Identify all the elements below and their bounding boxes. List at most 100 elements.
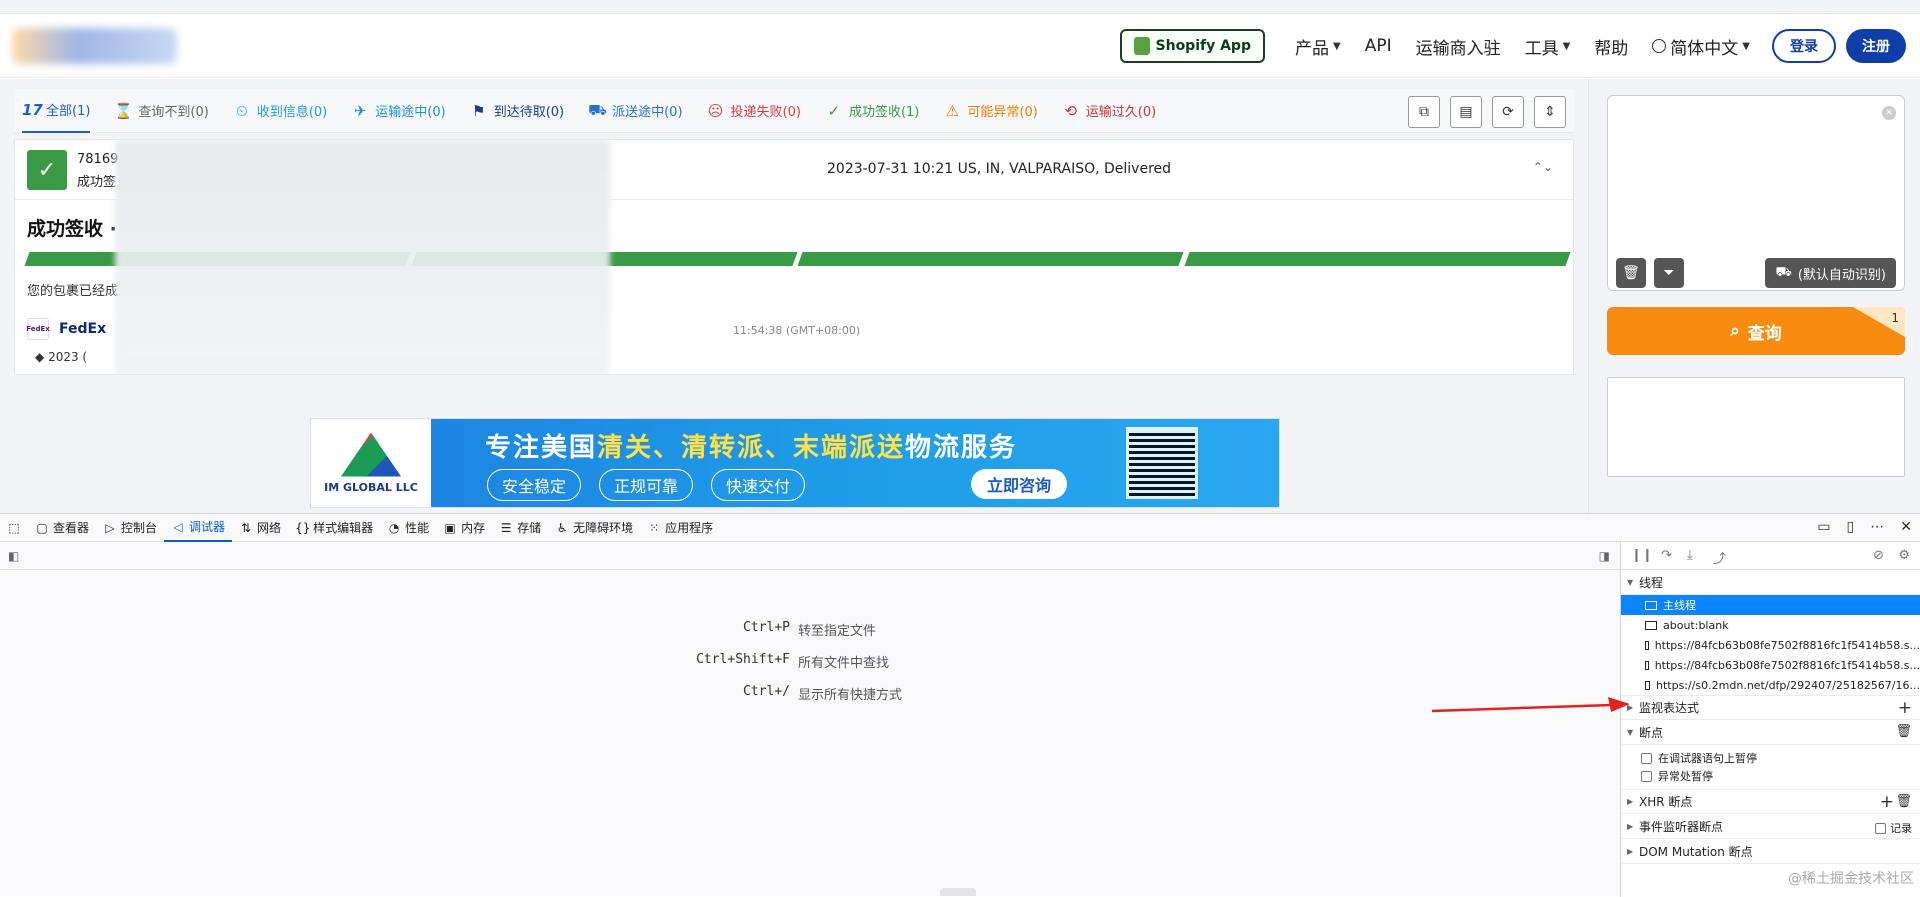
shortcut-desc[interactable]: 转至指定文件 xyxy=(798,620,876,639)
devtools-tab-icon: {} xyxy=(295,520,311,535)
devtools-tab-0[interactable]: ▢ 查看器 xyxy=(28,514,96,542)
deactivate-breakpoints-icon[interactable]: ⊘ xyxy=(1873,548,1884,563)
language-selector[interactable]: 简体中文 ▼ xyxy=(1652,34,1750,59)
more-options-icon[interactable]: ⋯ xyxy=(1870,519,1884,535)
tab-status-0[interactable]: 17 全部(1) xyxy=(22,89,91,133)
copy-all-button[interactable]: ▤ xyxy=(1450,96,1482,128)
resize-handle[interactable] xyxy=(940,888,976,896)
nav-item-1[interactable]: API xyxy=(1365,36,1392,56)
site-logo[interactable] xyxy=(12,28,177,64)
devtools-tab-8[interactable]: ♿ 无障碍环境 xyxy=(548,514,640,542)
devtools-tab-label: 网络 xyxy=(257,521,282,535)
checkbox[interactable] xyxy=(1875,822,1886,834)
thread-item[interactable]: https://s0.2mdn.net/dfp/292407/25182567/… xyxy=(1621,675,1920,695)
breakpoints-header[interactable]: ▼ 断点 🗑 xyxy=(1621,720,1920,745)
step-over-icon[interactable]: ↷ xyxy=(1661,548,1672,563)
devtools-tab-4[interactable]: {} 样式编辑器 xyxy=(288,514,380,542)
thread-item[interactable]: https://84fcb63b08fe7502f8816fc1f5414b58… xyxy=(1621,655,1920,675)
thread-item[interactable]: 主线程 xyxy=(1621,595,1920,615)
shopify-app-button[interactable]: Shopify App xyxy=(1119,29,1265,63)
close-icon[interactable]: ✕ xyxy=(1900,519,1912,535)
tab-status-6[interactable]: ☹ 投递失败(0) xyxy=(707,89,801,133)
dom-title: DOM Mutation 断点 xyxy=(1639,844,1753,859)
thread-item[interactable]: https://84fcb63b08fe7502f8816fc1f5414b58… xyxy=(1621,635,1920,655)
ad-pill[interactable]: 安全稳定 xyxy=(487,469,582,501)
query-count-badge: 1 xyxy=(1891,311,1899,325)
threads-title: 线程 xyxy=(1639,575,1664,590)
tab-status-7[interactable]: ✓ 成功签收(1) xyxy=(825,89,920,133)
tracking-input[interactable]: × 🗑 ⏷ ⛟ (默认自动识别) xyxy=(1607,95,1905,291)
ad-pill[interactable]: 正规可靠 xyxy=(599,469,694,501)
step-out-icon[interactable]: ⤴ xyxy=(1713,548,1726,567)
checkbox[interactable] xyxy=(1641,752,1652,764)
nav-item-4[interactable]: 帮助 xyxy=(1594,34,1628,59)
tab-status-2[interactable]: ⏲ 收到信息(0) xyxy=(233,89,327,133)
copy-button[interactable]: ⧉ xyxy=(1408,96,1440,128)
delete-button[interactable]: 🗑 xyxy=(1616,258,1646,288)
record-toggle[interactable]: 记录 xyxy=(1875,820,1912,836)
xhr-title: XHR 断点 xyxy=(1639,795,1693,809)
gear-icon[interactable]: ⚙ xyxy=(1898,548,1910,563)
event-breakpoints-header[interactable]: ▶ 事件监听器断点 记录 xyxy=(1621,814,1920,839)
carrier-row[interactable]: FedEx FedEx xyxy=(26,318,106,340)
query-button[interactable]: ⌕ 查询 1 xyxy=(1607,307,1905,355)
tab-status-4[interactable]: ⚑ 到达待取(0) xyxy=(470,89,564,133)
nav-item-0[interactable]: 产品 ▼ xyxy=(1295,34,1341,59)
refresh-button[interactable]: ⟳ xyxy=(1492,96,1524,128)
add-icon[interactable]: + xyxy=(1898,698,1912,718)
chevron-down-icon: ▼ xyxy=(1562,40,1571,52)
tab-status-label: 投递失败(0) xyxy=(730,105,801,120)
tab-status-3[interactable]: ✈ 运输途中(0) xyxy=(351,89,446,133)
trash-icon[interactable]: 🗑 xyxy=(1895,724,1912,739)
tab-status-5[interactable]: ⛟ 派送途中(0) xyxy=(588,89,682,133)
tab-status-label: 运输过久(0) xyxy=(1085,105,1157,120)
trash-icon[interactable]: 🗑 xyxy=(1895,794,1912,809)
event-title: 事件监听器断点 xyxy=(1639,819,1724,834)
xhr-breakpoints-header[interactable]: ▶ XHR 断点 + 🗑 xyxy=(1621,789,1920,814)
responsive-mode-icon[interactable]: ▯ xyxy=(1847,519,1855,535)
devtools-tab-6[interactable]: ▣ 内存 xyxy=(436,514,492,542)
step-in-icon[interactable]: ⤓ xyxy=(1687,548,1693,563)
login-button[interactable]: 登录 xyxy=(1772,29,1836,63)
toggle-sources-icon[interactable]: ◧ xyxy=(8,549,19,563)
filter-button[interactable]: ⏷ xyxy=(1654,258,1684,288)
devtools-tab-5[interactable]: ◔ 性能 xyxy=(380,514,436,542)
element-picker-button[interactable]: ⬚ xyxy=(0,514,28,542)
shortcut-desc[interactable]: 显示所有快捷方式 xyxy=(798,684,902,703)
devtools-tab-1[interactable]: ▷ 控制台 xyxy=(96,514,164,542)
pause-on-exceptions-option[interactable]: 异常处暂停 xyxy=(1621,767,1920,785)
tab-status-9[interactable]: ⟲ 运输过久(0) xyxy=(1062,89,1157,133)
delivered-check-icon: ✓ xyxy=(27,150,67,190)
threads-header[interactable]: ▼ 线程 xyxy=(1621,570,1920,595)
shortcut-desc[interactable]: 所有文件中查找 xyxy=(798,652,889,671)
collapse-toggle-icon[interactable]: ⌃⌄ xyxy=(1533,160,1553,174)
signup-button[interactable]: 注册 xyxy=(1846,29,1906,63)
watch-header[interactable]: ▶ 监视表达式 + xyxy=(1621,695,1920,720)
thread-item[interactable]: about:blank xyxy=(1621,615,1920,635)
nav-item-2[interactable]: 运输商入驻 xyxy=(1416,34,1501,59)
tab-status-8[interactable]: ⚠ 可能异常(0) xyxy=(943,89,1038,133)
tab-status-1[interactable]: ⌛ 查询不到(0) xyxy=(114,89,208,133)
ad-banner[interactable]: IM GLOBAL LLC 专注美国清关、清转派、末端派送物流服务 安全稳定 正规… xyxy=(310,418,1280,508)
add-icon[interactable]: + xyxy=(1880,792,1894,812)
pause-on-debugger-option[interactable]: 在调试器语句上暂停 xyxy=(1621,749,1920,767)
toggle-sidebar-icon[interactable]: ◨ xyxy=(1599,549,1610,563)
split-console-icon[interactable]: ▭ xyxy=(1817,519,1830,535)
side-ad-slot xyxy=(1607,377,1905,477)
nav-item-3[interactable]: 工具 ▼ xyxy=(1525,34,1571,59)
devtools-tab-7[interactable]: ☰ 存储 xyxy=(492,514,548,542)
devtools-tab-2[interactable]: ◁ 调试器 xyxy=(164,514,233,542)
pause-icon[interactable]: ❙❙ xyxy=(1631,548,1653,563)
ad-pill[interactable]: 快速交付 xyxy=(711,469,806,501)
redacted-area xyxy=(115,140,610,374)
collapse-all-button[interactable]: ⇕ xyxy=(1534,96,1566,128)
record-label: 记录 xyxy=(1890,822,1912,835)
dom-breakpoints-header[interactable]: ▶ DOM Mutation 断点 xyxy=(1621,839,1920,864)
clear-icon[interactable]: × xyxy=(1882,106,1896,120)
checkbox[interactable] xyxy=(1641,770,1652,782)
devtools-tab-3[interactable]: ⇅ 网络 xyxy=(232,514,288,542)
ad-headline: 专注美国清关、清转派、末端派送物流服务 xyxy=(485,427,1017,464)
ad-cta-button[interactable]: 立即咨询 xyxy=(971,469,1068,499)
devtools-tab-9[interactable]: ⁙ 应用程序 xyxy=(640,514,720,542)
carrier-select-button[interactable]: ⛟ (默认自动识别) xyxy=(1765,258,1896,288)
